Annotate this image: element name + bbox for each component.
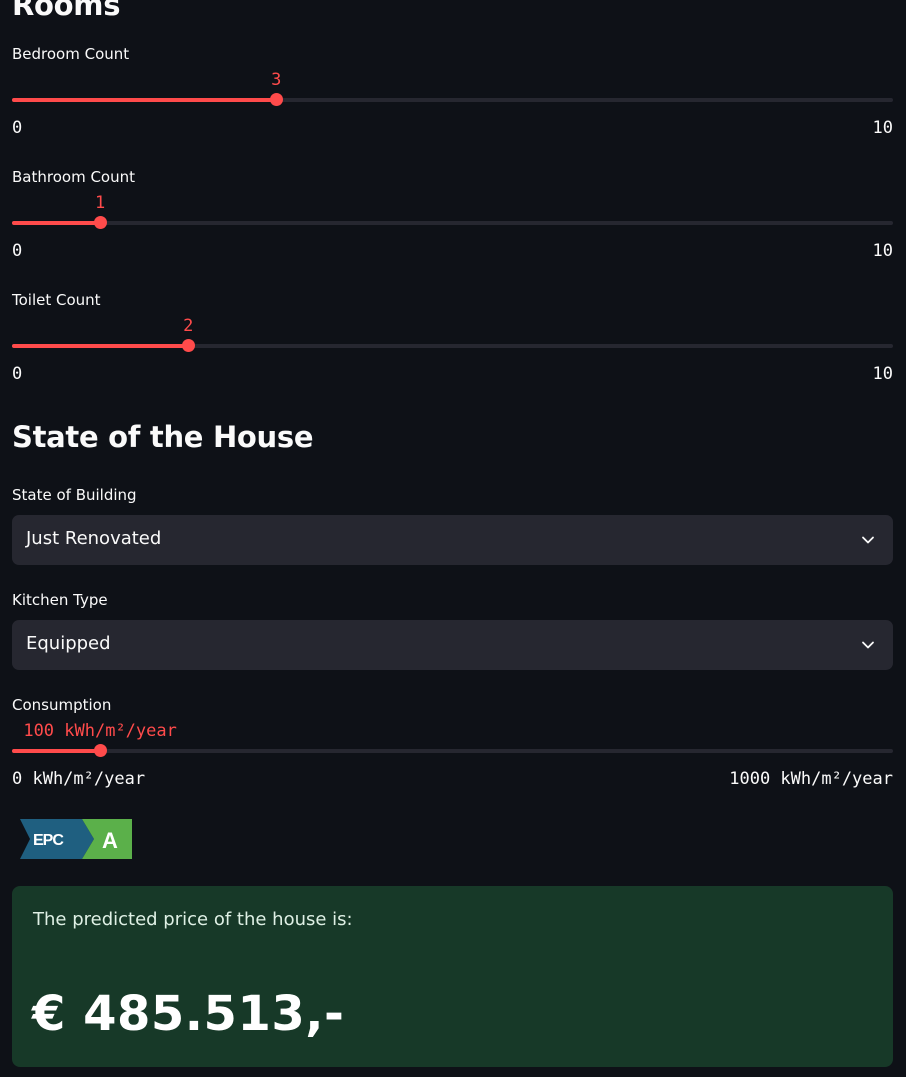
prediction-price: € 485.513,- <box>32 986 345 1042</box>
bathroom-count-label: Bathroom Count <box>12 168 135 186</box>
toilet-count-track[interactable] <box>12 339 893 352</box>
toilet-count-value: 2 <box>183 316 194 336</box>
bathroom-count-track[interactable] <box>12 216 893 229</box>
epc-prefix-text: EPC <box>33 832 64 849</box>
bedroom-count-max: 10 <box>872 118 893 138</box>
epc-rating-text: A <box>102 828 118 853</box>
kitchen-type-label: Kitchen Type <box>12 591 108 609</box>
state-of-building-select[interactable]: Just Renovated <box>12 515 893 565</box>
kitchen-type-select[interactable]: Equipped <box>12 620 893 670</box>
bathroom-count-value: 1 <box>94 193 106 213</box>
bedroom-count-thumb[interactable] <box>270 93 284 106</box>
consumption-value: 100 kWh/m²/year <box>23 721 177 741</box>
section-title-rooms: Rooms <box>12 0 121 22</box>
bathroom-count-thumb[interactable] <box>94 216 108 229</box>
toilet-count-min: 0 <box>12 364 23 384</box>
epc-badge: EPC A <box>20 819 132 859</box>
consumption-label: Consumption <box>12 696 112 714</box>
prediction-result-box: The predicted price of the house is: € 4… <box>12 886 893 1067</box>
consumption-fill <box>12 749 101 753</box>
toilet-count-max: 10 <box>872 364 893 384</box>
bedroom-count-track[interactable] <box>12 93 893 106</box>
toilet-count-label: Toilet Count <box>12 291 101 309</box>
consumption-min: 0 kWh/m²/year <box>12 769 146 789</box>
bathroom-count-max: 10 <box>872 241 893 261</box>
prediction-label: The predicted price of the house is: <box>33 909 353 930</box>
bathroom-count-min: 0 <box>12 241 23 261</box>
kitchen-type-value: Equipped <box>26 633 111 654</box>
chevron-down-icon[interactable] <box>861 638 875 652</box>
consumption-thumb[interactable] <box>94 744 108 757</box>
toilet-count-fill <box>12 344 189 348</box>
section-title-state: State of the House <box>12 420 314 454</box>
consumption-track[interactable] <box>12 744 893 757</box>
bedroom-count-min: 0 <box>12 118 23 138</box>
state-of-building-value: Just Renovated <box>26 528 162 549</box>
state-of-building-label: State of Building <box>12 486 137 504</box>
bedroom-count-value: 3 <box>271 70 282 90</box>
consumption-max: 1000 kWh/m²/year <box>729 769 893 789</box>
bedroom-count-fill <box>12 98 277 102</box>
chevron-down-icon[interactable] <box>861 533 875 547</box>
toilet-count-thumb[interactable] <box>182 339 196 352</box>
bedroom-count-label: Bedroom Count <box>12 45 130 63</box>
bathroom-count-fill <box>12 221 101 225</box>
